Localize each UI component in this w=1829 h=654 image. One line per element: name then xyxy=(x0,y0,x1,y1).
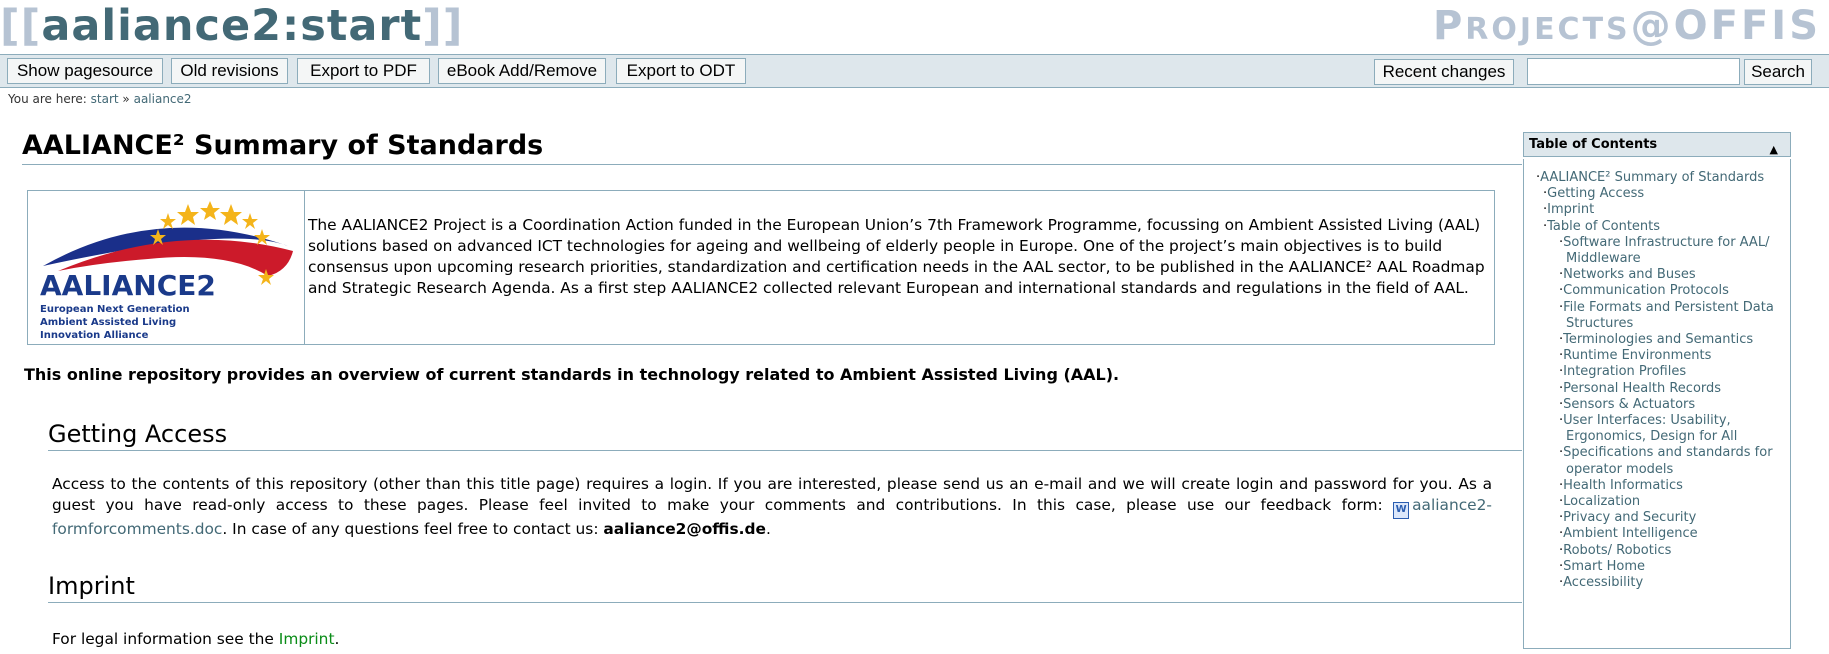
collapse-triangle-icon[interactable]: ▲ xyxy=(1770,138,1778,161)
toc-item-label[interactable]: Getting Access xyxy=(1547,186,1644,201)
toc-item[interactable]: ·Specifications and standards for operat… xyxy=(1527,445,1789,477)
toc-item[interactable]: ·User Interfaces: Usability, Ergonomics,… xyxy=(1527,413,1789,445)
toc-item[interactable]: ·Sensors & Actuators xyxy=(1527,397,1789,413)
toc-item-label[interactable]: Imprint xyxy=(1547,202,1594,217)
breadcrumb: You are here: start » aaliance2 xyxy=(8,92,192,106)
breadcrumb-start-link[interactable]: start xyxy=(91,92,119,106)
doc-file-icon: W xyxy=(1393,502,1410,519)
getting-access-text-2: . In case of any questions feel free to … xyxy=(222,520,604,538)
close-bracket: ]] xyxy=(422,1,464,51)
toc-item-label[interactable]: Privacy and Security xyxy=(1563,510,1696,525)
open-bracket: [[ xyxy=(0,1,42,51)
toc-item-label[interactable]: Smart Home xyxy=(1563,559,1645,574)
toc-item[interactable]: ·Terminologies and Semantics xyxy=(1527,332,1789,348)
toc-item-label[interactable]: Ambient Intelligence xyxy=(1563,526,1698,541)
site-name-first: P xyxy=(1432,3,1466,49)
toc-item-label[interactable]: AALIANCE² Summary of Standards xyxy=(1540,170,1764,185)
toc-item[interactable]: ·File Formats and Persistent Data Struct… xyxy=(1527,300,1789,332)
logo-tagline-2: Ambient Assisted Living xyxy=(40,317,176,328)
section-heading-getting-access: Getting Access xyxy=(48,418,1522,451)
logo-name: AALIANCE2 xyxy=(40,269,216,302)
toc-item-label[interactable]: Terminologies and Semantics xyxy=(1563,332,1753,347)
aaliance2-logo: AALIANCE2 European Next Generation Ambie… xyxy=(40,201,293,341)
imprint-paragraph: For legal information see the Imprint. xyxy=(52,629,1492,650)
export-odt-button[interactable]: Export to ODT xyxy=(616,58,746,84)
toc-item-label[interactable]: Accessibility xyxy=(1563,575,1643,590)
search-button[interactable]: Search xyxy=(1744,59,1812,85)
imprint-link[interactable]: Imprint xyxy=(279,630,335,648)
toc-title: Table of Contents xyxy=(1529,137,1658,152)
getting-access-text: Access to the contents of this repositor… xyxy=(52,475,1492,514)
page-title: AALIANCE² Summary of Standards xyxy=(22,128,1522,165)
toc-header[interactable]: Table of Contents ▲ xyxy=(1523,132,1791,157)
toc-item[interactable]: ·Runtime Environments xyxy=(1527,348,1789,364)
recent-changes-button[interactable]: Recent changes xyxy=(1374,59,1514,85)
toc-item[interactable]: ·Localization xyxy=(1527,494,1789,510)
toc-item[interactable]: ·Communication Protocols xyxy=(1527,283,1789,299)
toc-item[interactable]: ·Robots/ Robotics xyxy=(1527,543,1789,559)
page-id[interactable]: aaliance2:start xyxy=(41,1,422,51)
toc-item[interactable]: ·Integration Profiles xyxy=(1527,364,1789,380)
getting-access-end: . xyxy=(765,520,771,538)
toc-item[interactable]: ·Health Informatics xyxy=(1527,478,1789,494)
summary-statement: This online repository provides an overv… xyxy=(24,365,1120,384)
page: [[aaliance2:start]] PROJECTS@OFFIS Show … xyxy=(0,0,1829,654)
toc-item-label[interactable]: File Formats and Persistent Data Structu… xyxy=(1563,300,1774,331)
toc-item[interactable]: ·AALIANCE² Summary of Standards xyxy=(1527,170,1789,186)
toc-item[interactable]: ·Smart Home xyxy=(1527,559,1789,575)
ebook-add-remove-button[interactable]: eBook Add/Remove xyxy=(438,58,606,84)
toc-item[interactable]: ·Table of Contents xyxy=(1527,219,1789,235)
contact-email[interactable]: aaliance2@offis.de xyxy=(603,520,766,538)
show-pagesource-button[interactable]: Show pagesource xyxy=(7,58,163,84)
toc-item-label[interactable]: Communication Protocols xyxy=(1563,283,1729,298)
toc-item[interactable]: ·Accessibility xyxy=(1527,575,1789,591)
search-input[interactable] xyxy=(1527,58,1740,85)
toc-item[interactable]: ·Imprint xyxy=(1527,202,1789,218)
imprint-end: . xyxy=(334,630,340,648)
toc-item-label[interactable]: Specifications and standards for operato… xyxy=(1563,445,1772,476)
breadcrumb-current-link[interactable]: aaliance2 xyxy=(134,92,192,106)
toc-item[interactable]: ·Networks and Buses xyxy=(1527,267,1789,283)
toc-item-label[interactable]: Personal Health Records xyxy=(1563,381,1721,396)
toc-item-label[interactable]: Integration Profiles xyxy=(1563,364,1686,379)
breadcrumb-prefix: You are here: xyxy=(8,92,87,106)
logo-tagline-3: Innovation Alliance xyxy=(40,330,149,341)
toc-item[interactable]: ·Software Infrastructure for AAL/ Middle… xyxy=(1527,235,1789,267)
toc-item[interactable]: ·Privacy and Security xyxy=(1527,510,1789,526)
getting-access-paragraph: Access to the contents of this repositor… xyxy=(52,474,1492,540)
header: [[aaliance2:start]] PROJECTS@OFFIS xyxy=(0,0,1829,52)
toc-item-label[interactable]: User Interfaces: Usability, Ergonomics, … xyxy=(1563,413,1737,444)
section-heading-imprint: Imprint xyxy=(48,570,1522,603)
logo-cell: AALIANCE2 European Next Generation Ambie… xyxy=(28,191,305,344)
logo-tagline-1: European Next Generation xyxy=(40,304,190,315)
toc-item-label[interactable]: Localization xyxy=(1563,494,1640,509)
old-revisions-button[interactable]: Old revisions xyxy=(171,58,288,84)
toc-item-label[interactable]: Sensors & Actuators xyxy=(1563,397,1695,412)
intro-text: The AALIANCE2 Project is a Coordination … xyxy=(308,216,1485,297)
toolbar: Show pagesource Old revisions Export to … xyxy=(0,54,1829,88)
toc-item-label[interactable]: Software Infrastructure for AAL/ Middlew… xyxy=(1563,235,1769,266)
toc-item[interactable]: ·Getting Access xyxy=(1527,186,1789,202)
imprint-text: For legal information see the xyxy=(52,630,279,648)
intro-table: AALIANCE2 European Next Generation Ambie… xyxy=(27,190,1495,345)
toc-item[interactable]: ·Personal Health Records xyxy=(1527,381,1789,397)
toc-item-label[interactable]: Networks and Buses xyxy=(1563,267,1695,282)
toc-item-label[interactable]: Robots/ Robotics xyxy=(1563,543,1671,558)
toc-list: ·AALIANCE² Summary of Standards ·Getting … xyxy=(1527,170,1789,591)
toc-item-label[interactable]: Table of Contents xyxy=(1547,219,1660,234)
site-name-logo[interactable]: PROJECTS@OFFIS xyxy=(1433,2,1821,54)
toc-item-label[interactable]: Runtime Environments xyxy=(1563,348,1711,363)
toc-item[interactable]: ·Ambient Intelligence xyxy=(1527,526,1789,542)
site-name-at: @OFFIS xyxy=(1630,3,1821,49)
breadcrumb-separator: » xyxy=(122,92,130,106)
export-pdf-button[interactable]: Export to PDF xyxy=(297,58,430,84)
toc-item-label[interactable]: Health Informatics xyxy=(1563,478,1683,493)
page-id-title[interactable]: [[aaliance2:start]] xyxy=(0,2,463,50)
site-name-rest: ROJECTS xyxy=(1465,12,1631,47)
